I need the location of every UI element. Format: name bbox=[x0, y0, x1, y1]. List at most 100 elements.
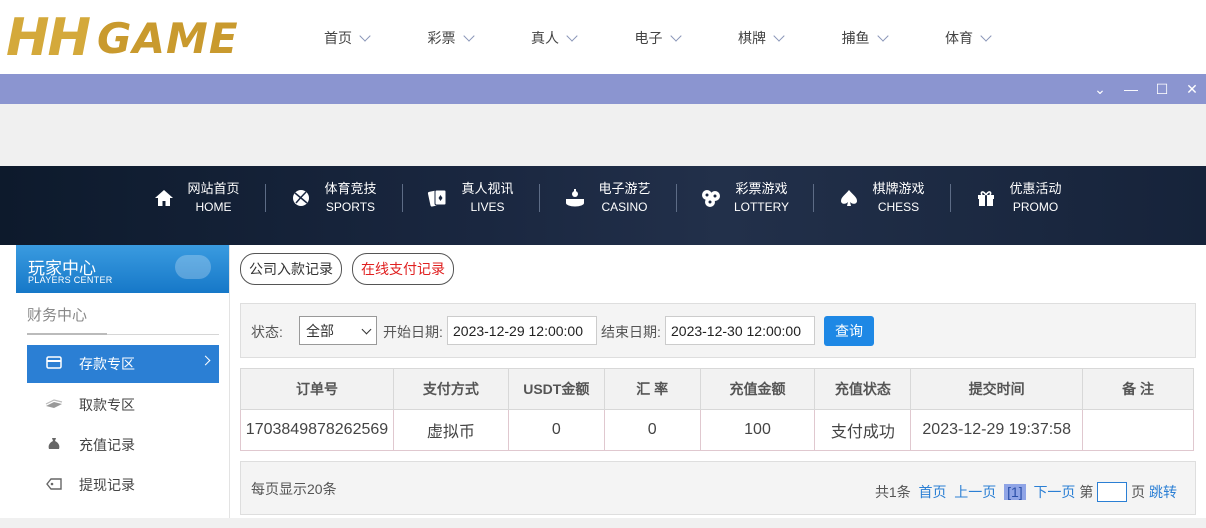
top-nav-label: 捕鱼 bbox=[841, 30, 870, 46]
maximize-icon[interactable]: ☐ bbox=[1151, 74, 1173, 104]
start-date-label: 开始日期: bbox=[383, 324, 443, 340]
tab-online-payment-record[interactable]: 在线支付记录 bbox=[352, 253, 454, 285]
status-select[interactable]: 全部 bbox=[299, 316, 377, 345]
banner-item-cn: 网站首页 bbox=[187, 181, 240, 196]
banner-item-cn: 棋牌游戏 bbox=[872, 181, 925, 196]
start-date-input[interactable]: 2023-12-29 12:00:00 bbox=[447, 316, 597, 345]
banner-item-en: SPORTS bbox=[325, 200, 376, 214]
top-nav-label: 体育 bbox=[945, 30, 973, 46]
collapse-icon[interactable]: ⌄ bbox=[1089, 74, 1111, 104]
cell-recharge-status: 支付成功 bbox=[814, 409, 912, 451]
cards-icon bbox=[427, 187, 449, 209]
jump-link[interactable]: 跳转 bbox=[1149, 482, 1177, 502]
col-remark: 备 注 bbox=[1082, 368, 1194, 410]
cash-icon bbox=[45, 398, 63, 413]
table-header-row: 订单号 支付方式 USDT金额 汇 率 充值金额 充值状态 提交时间 备 注 bbox=[240, 368, 1194, 410]
slot-icon bbox=[564, 187, 586, 209]
cell-exchange-rate: 0 bbox=[603, 409, 701, 451]
tag-icon bbox=[45, 477, 63, 493]
banner-item-cn: 优惠活动 bbox=[1009, 181, 1062, 196]
current-page[interactable]: [1] bbox=[1004, 484, 1026, 500]
cell-submit-time: 2023-12-29 19:37:58 bbox=[910, 409, 1084, 451]
records-table: 订单号 支付方式 USDT金额 汇 率 充值金额 充值状态 提交时间 备 注 1… bbox=[240, 368, 1194, 451]
col-usdt-amount: USDT金额 bbox=[507, 368, 605, 410]
query-button[interactable]: 查询 bbox=[824, 316, 874, 346]
top-nav-label: 彩票 bbox=[427, 30, 456, 46]
next-page-link[interactable]: 下一页 bbox=[1033, 482, 1075, 502]
banner-item-lives[interactable]: 真人视讯 LIVES bbox=[402, 180, 539, 216]
home-icon bbox=[153, 187, 175, 209]
chevron-down-icon bbox=[876, 30, 889, 42]
gamepad-icon bbox=[175, 255, 211, 279]
banner-item-cn: 彩票游戏 bbox=[735, 181, 788, 196]
chevron-right-icon bbox=[200, 355, 211, 366]
sidebar-item-withdraw-record[interactable]: 提现记录 bbox=[27, 466, 219, 504]
banner-nav-bar: 网站首页 HOME 体育竞技 SPORTS 真人视讯 LIVES 电子游艺 CASINO… bbox=[0, 166, 1206, 245]
card-icon bbox=[45, 356, 63, 372]
cell-order-id: 1703849878262569 bbox=[240, 409, 394, 451]
sidebar-item-label: 取款专区 bbox=[79, 397, 135, 413]
banner-item-cn: 电子游艺 bbox=[598, 181, 651, 196]
banner-item-home[interactable]: 网站首页 HOME bbox=[128, 180, 265, 216]
ball-icon bbox=[290, 187, 312, 209]
banner-item-en: LIVES bbox=[470, 200, 505, 214]
top-nav-item-lottery[interactable]: 彩票 bbox=[428, 28, 532, 48]
banner-item-en: CASINO bbox=[601, 200, 648, 214]
status-label: 状态: bbox=[251, 324, 283, 340]
prev-page-link[interactable]: 上一页 bbox=[954, 482, 996, 502]
lottery-balls-icon bbox=[700, 187, 722, 209]
per-page-text: 每页显示20条 bbox=[251, 481, 337, 497]
sidebar-item-recharge-record[interactable]: 充值记录 bbox=[27, 426, 219, 464]
finance-center-heading: 财务中心 bbox=[27, 307, 88, 324]
page-ye-label: 页 bbox=[1131, 484, 1146, 500]
logo-mark: HH bbox=[6, 8, 91, 68]
table-row: 1703849878262569 虚拟币 0 0 100 支付成功 2023-1… bbox=[240, 409, 1194, 451]
top-nav-item-electronic[interactable]: 电子 bbox=[635, 28, 739, 48]
top-nav-item-chess[interactable]: 棋牌 bbox=[738, 28, 842, 48]
sidebar-item-deposit[interactable]: 存款专区 bbox=[27, 345, 219, 383]
top-nav-label: 棋牌 bbox=[738, 30, 766, 46]
close-icon[interactable]: ✕ bbox=[1181, 74, 1203, 104]
banner-item-en: HOME bbox=[195, 200, 232, 214]
section-divider bbox=[27, 333, 219, 335]
cell-usdt-amount: 0 bbox=[507, 409, 605, 451]
top-nav-label: 真人 bbox=[531, 30, 559, 46]
banner-item-promo[interactable]: 优惠活动 PROMO bbox=[950, 180, 1087, 216]
top-nav-item-home[interactable]: 首页 bbox=[324, 28, 428, 48]
end-date-label: 结束日期: bbox=[601, 324, 661, 340]
players-center-subtitle: PLAYERS CENTER bbox=[28, 275, 113, 285]
banner-item-sports[interactable]: 体育竞技 SPORTS bbox=[265, 180, 402, 216]
cell-remark bbox=[1082, 409, 1194, 451]
spade-icon bbox=[838, 187, 860, 209]
sidebar-item-label: 存款专区 bbox=[79, 356, 135, 372]
pagination-nav: 共1条 首页 上一页 [1] 下一页 第 页 跳转 bbox=[875, 482, 1177, 502]
end-date-input[interactable]: 2023-12-30 12:00:00 bbox=[665, 316, 815, 345]
first-page-link[interactable]: 首页 bbox=[919, 482, 947, 502]
sidebar-item-label: 充值记录 bbox=[79, 437, 135, 453]
page-number-input[interactable] bbox=[1097, 482, 1128, 502]
top-nav-label: 电子 bbox=[634, 30, 663, 46]
top-nav-item-sports[interactable]: 体育 bbox=[945, 28, 1049, 48]
col-order-id: 订单号 bbox=[240, 368, 394, 410]
banner-item-casino[interactable]: 电子游艺 CASINO bbox=[539, 180, 676, 216]
total-count: 共1条 bbox=[874, 484, 911, 500]
site-logo[interactable]: HH GAME bbox=[6, 8, 239, 68]
moneybag-icon bbox=[45, 437, 63, 454]
cell-pay-method: 虚拟币 bbox=[392, 409, 509, 451]
chevron-down-icon bbox=[980, 30, 992, 42]
chevron-down-icon bbox=[773, 30, 785, 42]
tab-company-deposit-record[interactable]: 公司入款记录 bbox=[240, 253, 342, 285]
chevron-down-icon bbox=[462, 30, 475, 42]
top-nav-item-fishing[interactable]: 捕鱼 bbox=[842, 28, 946, 48]
top-nav-item-live[interactable]: 真人 bbox=[531, 28, 635, 48]
window-title-bar: ⌄ — ☐ ✕ bbox=[0, 74, 1206, 104]
banner-item-lottery[interactable]: 彩票游戏 LOTTERY bbox=[676, 180, 813, 216]
banner-item-chess[interactable]: 棋牌游戏 CHESS bbox=[813, 180, 950, 216]
sidebar-item-withdraw[interactable]: 取款专区 bbox=[27, 386, 219, 424]
chevron-down-icon bbox=[566, 30, 578, 42]
chevron-down-icon bbox=[669, 30, 682, 42]
top-nav-label: 首页 bbox=[324, 30, 352, 46]
minimize-icon[interactable]: — bbox=[1120, 74, 1142, 104]
sidebar: 玩家中心 PLAYERS CENTER 财务中心 存款专区 取款专区 充值记录 … bbox=[16, 245, 230, 528]
top-header: HH GAME 首页 彩票 真人 电子 棋牌 捕鱼 体育 bbox=[0, 0, 1206, 74]
